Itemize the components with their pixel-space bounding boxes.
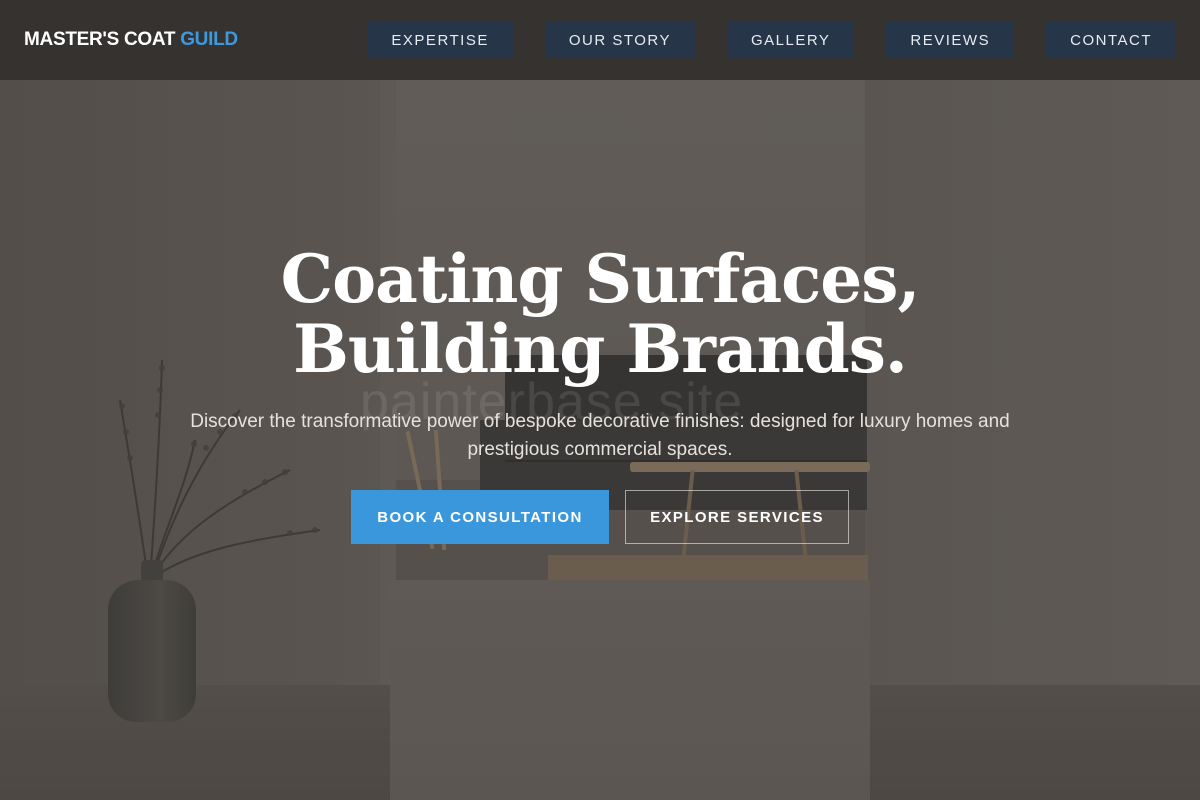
hero-headline-line-1: Coating Surfaces, bbox=[280, 240, 921, 318]
hero-content: Coating Surfaces, Building Brands. Disco… bbox=[0, 244, 1200, 544]
site-logo[interactable]: MASTER'S COAT GUILD bbox=[24, 29, 238, 51]
book-consultation-button[interactable]: BOOK A CONSULTATION bbox=[351, 490, 609, 544]
logo-text-main: MASTER'S COAT bbox=[24, 29, 181, 50]
nav-item-expertise[interactable]: EXPERTISE bbox=[367, 22, 513, 58]
nav-item-contact[interactable]: CONTACT bbox=[1046, 22, 1176, 58]
hero-subtext: Discover the transformative power of bes… bbox=[190, 411, 1010, 460]
nav-item-gallery[interactable]: GALLERY bbox=[726, 22, 855, 58]
hero-cta-row: BOOK A CONSULTATION EXPLORE SERVICES bbox=[0, 490, 1200, 544]
main-nav: EXPERTISE OUR STORY GALLERY REVIEWS CONT… bbox=[367, 22, 1176, 58]
logo-text-accent: GUILD bbox=[180, 29, 238, 50]
nav-item-our-story[interactable]: OUR STORY bbox=[544, 22, 695, 58]
site-header: MASTER'S COAT GUILD EXPERTISE OUR STORY … bbox=[0, 0, 1200, 80]
hero-headline: Coating Surfaces, Building Brands. bbox=[0, 244, 1200, 384]
hero-headline-line-2: Building Brands. bbox=[293, 310, 908, 388]
nav-item-reviews[interactable]: REVIEWS bbox=[886, 22, 1015, 58]
explore-services-button[interactable]: EXPLORE SERVICES bbox=[625, 490, 849, 544]
